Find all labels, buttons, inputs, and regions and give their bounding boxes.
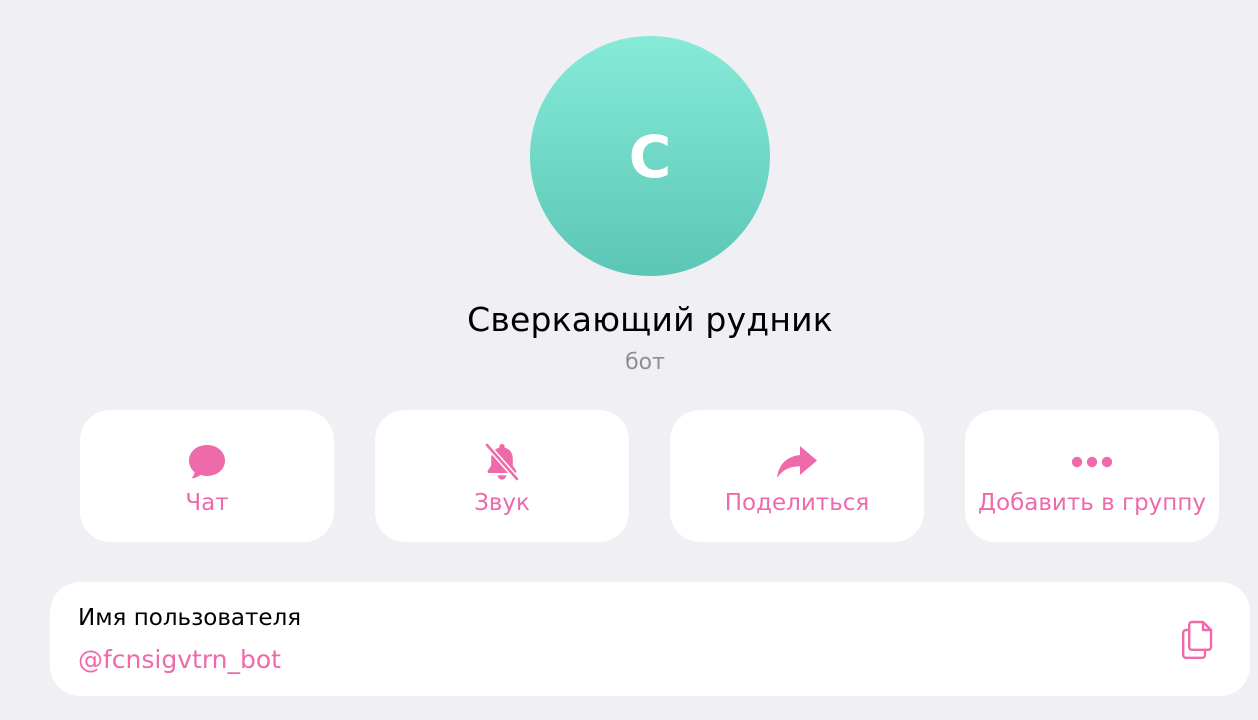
username-value[interactable]: @fcnsigvtrn_bot	[78, 645, 281, 674]
sound-button[interactable]: Звук	[375, 410, 629, 542]
more-dots-icon	[1070, 442, 1114, 482]
chat-button-label: Чат	[185, 490, 229, 516]
share-button-label: Поделиться	[724, 490, 870, 516]
chat-button[interactable]: Чат	[80, 410, 334, 542]
avatar[interactable]: С	[530, 36, 770, 276]
add-to-group-button-label: Добавить в группу	[978, 490, 1206, 516]
username-card[interactable]: Имя пользователя @fcnsigvtrn_bot	[50, 582, 1250, 696]
chat-bubble-icon	[185, 442, 229, 482]
avatar-letter: С	[628, 123, 672, 191]
share-button[interactable]: Поделиться	[670, 410, 924, 542]
add-to-group-button[interactable]: Добавить в группу	[965, 410, 1219, 542]
share-arrow-icon	[775, 442, 819, 482]
profile-page: С Сверкающий рудник бот Чат Звук Поделит…	[0, 0, 1258, 720]
copy-icon[interactable]	[1176, 616, 1222, 664]
profile-status: бот	[625, 350, 665, 375]
profile-name: Сверкающий рудник	[467, 300, 833, 339]
bell-slash-icon	[480, 442, 524, 482]
username-label: Имя пользователя	[78, 605, 302, 631]
sound-button-label: Звук	[474, 490, 530, 516]
